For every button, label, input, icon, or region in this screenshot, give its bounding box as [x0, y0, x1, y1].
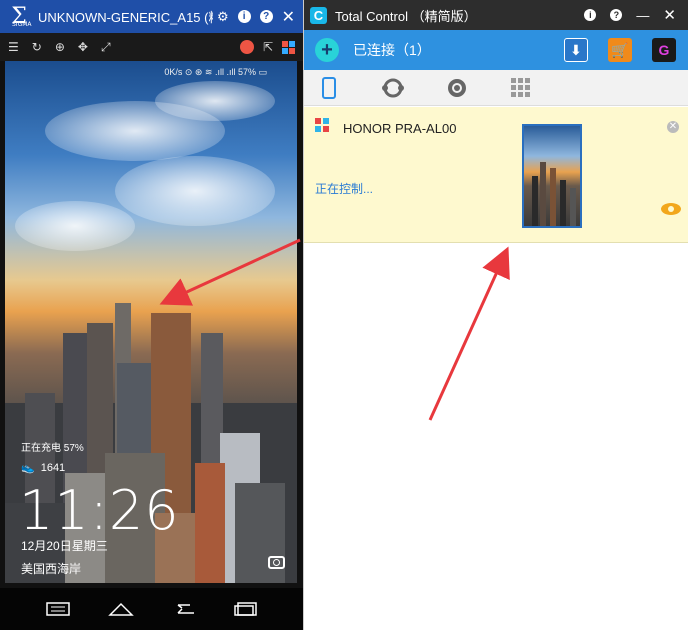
step-count-value: 1641	[40, 461, 66, 474]
tab-settings[interactable]	[444, 75, 470, 101]
phone-status-bar: 0K/s ⊙ ⊛ ≋ .ıll .ıll 57% ▭	[164, 67, 267, 77]
home-key-icon[interactable]	[107, 602, 134, 616]
apps-grid-icon	[511, 77, 530, 97]
close-icon[interactable]: ✕	[663, 6, 676, 24]
lockscreen-location: 美国西海岸	[21, 562, 82, 576]
connected-count-label: 已连接（1）	[353, 42, 431, 58]
download-icon[interactable]: ⬇	[564, 38, 588, 62]
tc-window-title: Total Control （精简版）	[335, 8, 477, 24]
phone-mirror-window: ΣSIGMA UNKNOWN-GENERIC_A15 (精简版) ⚙ i ? ✕…	[0, 0, 303, 630]
phone-nav-bar	[0, 588, 303, 630]
disconnect-close-icon[interactable]: ✕	[667, 121, 679, 133]
gamepad-icon[interactable]: ✥	[78, 40, 88, 54]
shoe-icon: 👟	[21, 462, 35, 474]
eye-view-icon[interactable]	[661, 203, 681, 215]
info-icon[interactable]: i	[584, 9, 597, 21]
step-counter: 👟 1641	[21, 461, 66, 475]
rotate-icon[interactable]: ↻	[32, 40, 42, 54]
add-device-button[interactable]: +	[315, 38, 339, 62]
device-card[interactable]: HONOR PRA-AL00 正在控制... ✕	[304, 107, 688, 243]
device-brand-icon	[315, 118, 329, 132]
g-app-icon[interactable]: G	[652, 38, 676, 62]
apps-grid-icon[interactable]	[282, 40, 295, 54]
menu-key-icon[interactable]	[45, 602, 70, 616]
desktop: ΣSIGMA UNKNOWN-GENERIC_A15 (精简版) ⚙ i ? ✕…	[0, 0, 688, 630]
back-key-icon[interactable]	[172, 602, 196, 616]
recent-apps-key-icon[interactable]	[233, 602, 258, 616]
sync-icon	[382, 78, 404, 97]
fullscreen-icon[interactable]: ⤢	[101, 40, 111, 55]
record-stop-icon[interactable]	[239, 40, 254, 54]
cloud-decoration	[15, 201, 135, 251]
tab-devices[interactable]	[316, 75, 342, 101]
charging-status: 正在充电 57%	[21, 443, 84, 454]
device-name: HONOR PRA-AL00	[343, 121, 457, 136]
zoom-icon[interactable]: ⊕	[55, 40, 65, 54]
phone-window-titlebar[interactable]: ΣSIGMA UNKNOWN-GENERIC_A15 (精简版) ⚙ i ? ✕	[0, 0, 303, 33]
total-control-logo-icon: C	[310, 6, 327, 24]
phone-screen[interactable]: 0K/s ⊙ ⊛ ≋ .ıll .ıll 57% ▭ 正在充电 57% 👟 16…	[5, 61, 297, 583]
camera-icon[interactable]	[268, 556, 285, 569]
help-icon[interactable]: ?	[259, 10, 273, 23]
total-control-window: C Total Control （精简版） i ? — ✕ + 已连接（1） ⬇…	[303, 0, 688, 630]
tab-apps[interactable]	[508, 75, 534, 101]
close-icon[interactable]: ✕	[282, 7, 295, 27]
phone-toolbar: ☰ ↻ ⊕ ✥ ⤢ ⇱	[0, 33, 303, 61]
export-icon[interactable]: ⇱	[263, 40, 273, 54]
device-screen-thumbnail[interactable]	[522, 124, 582, 228]
lockscreen-date: 12月20日星期三	[21, 539, 108, 553]
connection-bar: + 已连接（1） ⬇ 🛒 G	[304, 30, 688, 70]
info-icon[interactable]: i	[237, 10, 251, 23]
help-icon[interactable]: ?	[610, 9, 623, 21]
phone-window-title: UNKNOWN-GENERIC_A15 (精简版)	[38, 10, 213, 25]
minimize-icon[interactable]: —	[636, 8, 649, 23]
shopping-cart-icon[interactable]: 🛒	[608, 38, 632, 62]
lockscreen-clock: 11:26	[19, 479, 180, 542]
device-control-status[interactable]: 正在控制...	[315, 180, 373, 197]
tc-titlebar[interactable]: C Total Control （精简版） i ? — ✕	[304, 0, 688, 30]
settings-gear-icon	[448, 78, 466, 97]
tab-bar	[304, 70, 688, 106]
phone-icon	[322, 76, 336, 99]
cloud-decoration	[115, 156, 275, 226]
settings-gear-icon[interactable]: ⚙	[217, 9, 229, 25]
cloud-decoration	[155, 81, 275, 121]
tab-sync[interactable]	[380, 75, 406, 101]
menu-list-icon[interactable]: ☰	[8, 40, 19, 54]
sigma-logo-icon: Σ SIGMA	[11, 4, 32, 29]
